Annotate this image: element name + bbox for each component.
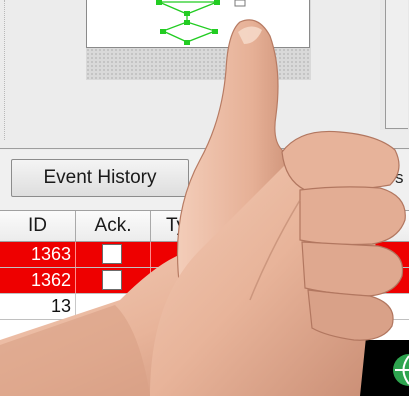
table-row[interactable]: 13 ge: [0, 294, 409, 320]
column-header-ack[interactable]: Ack.: [76, 211, 151, 241]
network-diagram: [156, 0, 246, 45]
ack-cell: [76, 294, 151, 319]
scrollbar-track[interactable]: [385, 0, 408, 129]
event-id: 1363: [0, 242, 76, 267]
row-tail: [355, 242, 409, 267]
ack-cell: [76, 242, 151, 267]
column-header-type[interactable]: Ty: [151, 211, 211, 241]
event-history-button[interactable]: Event History: [11, 159, 189, 197]
column-header-id[interactable]: ID: [0, 211, 76, 241]
event-table[interactable]: ID Ack. Ty 1363 1362 13 ge: [0, 210, 409, 340]
partial-label: s: [395, 168, 404, 187]
ack-checkbox[interactable]: [102, 244, 122, 264]
preview-panel: [0, 0, 409, 150]
diagram-node: [184, 11, 190, 16]
event-id: 1362: [0, 268, 76, 293]
row-tail: ge: [358, 296, 379, 316]
preview-frame-edge: [4, 0, 11, 140]
table-header: ID Ack. Ty: [0, 210, 409, 242]
diagram-node: [184, 20, 190, 25]
ack-cell: [76, 268, 151, 293]
event-id: 13: [0, 294, 76, 319]
event-history-label: Event History: [43, 167, 157, 188]
internet-explorer-icon[interactable]: [300, 353, 346, 393]
globe-icon[interactable]: [392, 348, 409, 392]
diagram-node: [184, 40, 190, 45]
preview-canvas[interactable]: [86, 0, 311, 80]
diagram-view[interactable]: [86, 0, 310, 48]
diagram-node-selected: [234, 0, 246, 7]
table-row[interactable]: 1362: [0, 268, 409, 294]
diagram-node: [212, 29, 218, 34]
taskbar: [0, 340, 409, 396]
row-tail: [355, 268, 409, 293]
diagram-node: [156, 0, 162, 5]
table-row[interactable]: 1363: [0, 242, 409, 268]
diagram-node: [160, 29, 166, 34]
panel-divider: [0, 148, 409, 149]
diagram-node: [214, 0, 220, 5]
ack-checkbox[interactable]: [102, 270, 122, 290]
